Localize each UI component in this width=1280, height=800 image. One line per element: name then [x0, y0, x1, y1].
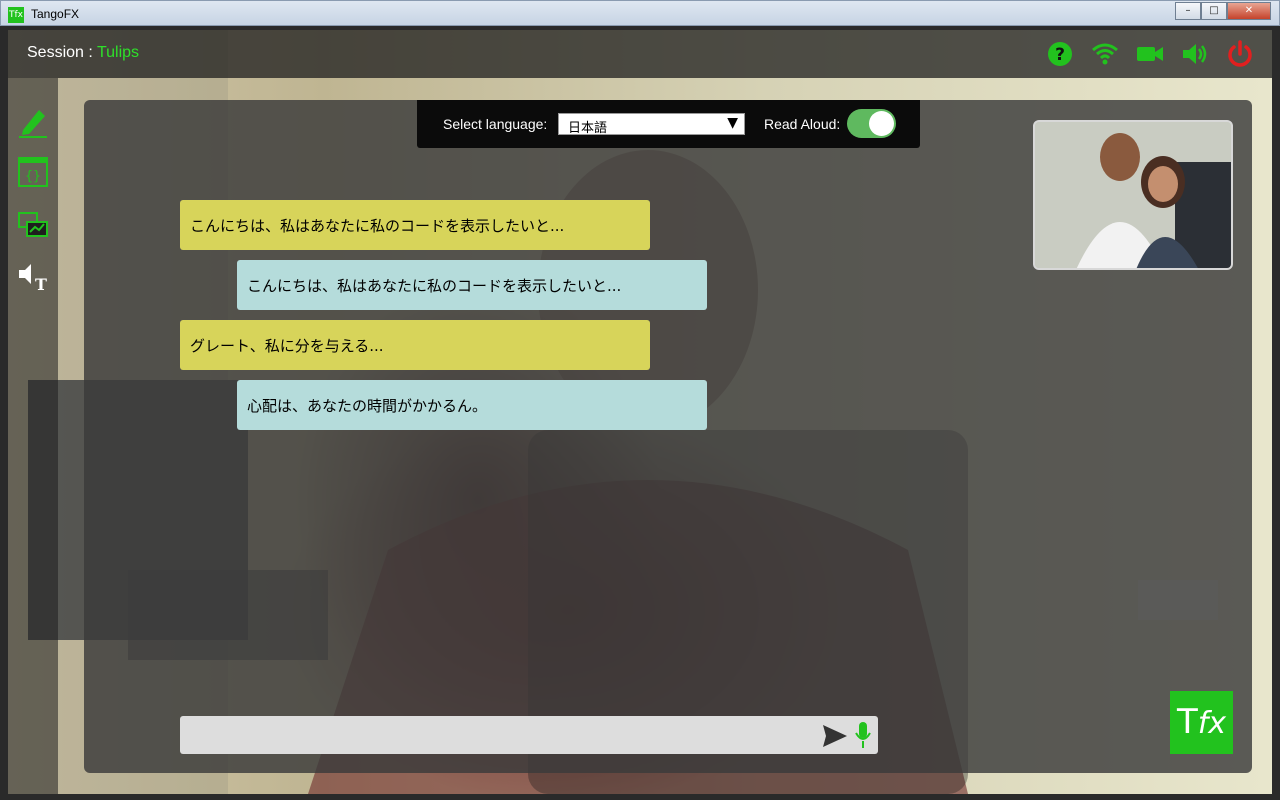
maximize-button[interactable]: □: [1201, 2, 1227, 20]
svg-text:?: ?: [1055, 45, 1065, 65]
svg-text:{}: {}: [25, 169, 41, 184]
speaker-icon[interactable]: [1181, 40, 1209, 68]
message-input[interactable]: [180, 716, 878, 754]
message-bubble-left: こんにちは、私はあなたに私のコードを表示したいと...: [180, 200, 650, 250]
camera-icon[interactable]: [1136, 40, 1164, 68]
window-title: TangoFX: [31, 7, 80, 21]
session-title: Session : Tulips: [27, 44, 139, 62]
read-aloud-toggle[interactable]: [847, 109, 896, 138]
language-bar: Select language: 日本語 ▼ Read Aloud:: [417, 100, 920, 148]
app-viewport: Session : Tulips ? {} T Select language:…: [8, 30, 1272, 794]
help-icon[interactable]: ?: [1046, 40, 1074, 68]
app-logo-icon: Tfx: [8, 7, 24, 23]
message-bubble-right: こんにちは、私はあなたに私のコードを表示したいと...: [237, 260, 707, 310]
code-icon[interactable]: {}: [17, 156, 49, 188]
dropdown-arrow-icon: ▼: [727, 115, 738, 131]
session-label: Session :: [27, 44, 97, 61]
window-titlebar: Tfx TangoFX – □ ✕: [0, 0, 1280, 26]
power-icon[interactable]: [1226, 40, 1254, 68]
select-language-label: Select language:: [443, 116, 548, 132]
wifi-icon[interactable]: [1091, 40, 1119, 68]
status-icons: ?: [1046, 40, 1254, 68]
toggle-knob: [869, 111, 894, 136]
svg-text:T: T: [35, 275, 47, 292]
text-to-speech-icon[interactable]: T: [17, 260, 49, 292]
logo-fx: fx: [1197, 706, 1227, 741]
microphone-icon[interactable]: [854, 721, 872, 749]
session-header: Session : Tulips ?: [8, 30, 1272, 78]
pencil-icon[interactable]: [17, 106, 49, 138]
logo-t: T: [1176, 702, 1198, 742]
language-select-value: 日本語: [568, 121, 608, 136]
send-icon[interactable]: [823, 725, 847, 747]
presentation-icon[interactable]: [17, 210, 49, 242]
language-select[interactable]: 日本語 ▼: [558, 113, 745, 136]
remote-video-image: [1035, 122, 1231, 268]
tfx-logo: Tfx: [1170, 691, 1233, 754]
session-name: Tulips: [96, 44, 140, 61]
close-button[interactable]: ✕: [1227, 2, 1271, 20]
message-bubble-right: 心配は、あなたの時間がかかるん。: [237, 380, 707, 430]
window-controls: – □ ✕: [1175, 2, 1271, 20]
read-aloud-label: Read Aloud:: [764, 116, 841, 132]
message-bubble-left: グレート、私に分を与える...: [180, 320, 650, 370]
remote-video-thumbnail[interactable]: [1033, 120, 1233, 270]
minimize-button[interactable]: –: [1175, 2, 1201, 20]
left-toolbar: {} T: [8, 78, 58, 794]
